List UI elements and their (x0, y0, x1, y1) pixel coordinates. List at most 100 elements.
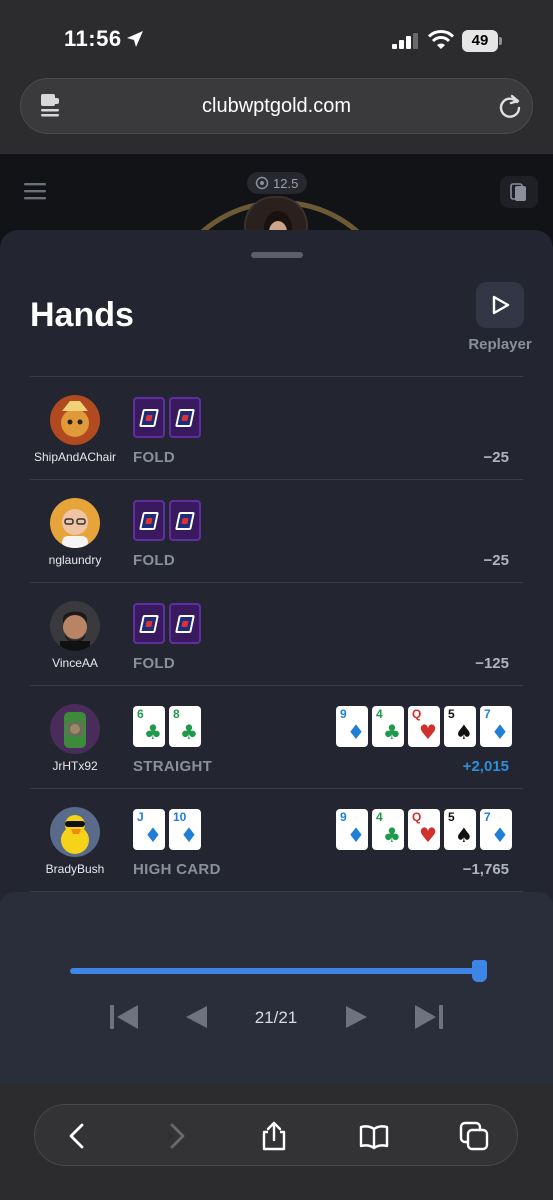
playing-card: 4 ♣ (372, 706, 404, 747)
tabs-icon[interactable] (459, 1121, 489, 1151)
chip-amount: −25 (483, 552, 509, 569)
diamonds-suit-icon: ♦ (144, 823, 162, 847)
face-down-card (169, 500, 201, 541)
hand-result-label: FOLD (133, 449, 176, 466)
hamburger-menu-icon[interactable] (24, 182, 46, 200)
hand-result-label: FOLD (133, 655, 176, 672)
chip-icon (255, 176, 269, 190)
card-rank: 4 (376, 810, 383, 824)
card-rank: 7 (484, 707, 491, 721)
cellular-signal-icon (392, 33, 418, 49)
wifi-icon (428, 30, 454, 49)
player-name: JrHTx92 (52, 759, 98, 773)
card-rank: 9 (340, 707, 347, 721)
chip-amount: −25 (483, 449, 509, 466)
skip-to-start-icon[interactable] (108, 1002, 140, 1032)
play-icon (492, 295, 510, 315)
playing-card: 9 ♦ (336, 706, 368, 747)
chip-amount: +2,015 (462, 758, 509, 775)
share-icon[interactable] (259, 1121, 289, 1151)
browser-address-area: clubwptgold.com (0, 70, 553, 154)
page-title: Hands (30, 296, 134, 334)
progress-slider-track[interactable] (70, 968, 480, 974)
diamonds-suit-icon: ♦ (347, 823, 365, 847)
avatar (50, 807, 100, 857)
avatar (50, 395, 100, 445)
step-forward-icon[interactable] (345, 1002, 369, 1032)
avatar (50, 704, 100, 754)
hand-row[interactable]: VinceAA FOLD −125 (0, 583, 553, 686)
hand-result-label: HIGH CARD (133, 861, 221, 878)
card-rank: 6 (137, 707, 144, 721)
chip-amount: −1,765 (462, 861, 509, 878)
playing-card: 9 ♦ (336, 809, 368, 850)
battery-level: 49 (462, 30, 498, 52)
clubs-suit-icon: ♣ (383, 823, 401, 847)
forward-icon[interactable] (161, 1121, 191, 1151)
diamonds-suit-icon: ♦ (491, 823, 509, 847)
progress-slider-thumb[interactable] (472, 960, 487, 982)
hand-row[interactable]: ShipAndAChair FOLD −25 (0, 377, 553, 480)
diamonds-suit-icon: ♦ (491, 720, 509, 744)
player-name: VinceAA (52, 656, 98, 670)
hand-result-label: STRAIGHT (133, 758, 213, 775)
card-rank: 5 (448, 707, 455, 721)
hearts-suit-icon: ♥ (419, 720, 437, 744)
clubs-suit-icon: ♣ (144, 720, 162, 744)
spades-suit-icon: ♠ (455, 823, 473, 847)
playing-card: J ♦ (133, 809, 165, 850)
face-down-card (169, 603, 201, 644)
card-rank: Q (412, 810, 422, 824)
back-icon[interactable] (63, 1121, 93, 1151)
sheet-grabber[interactable] (251, 252, 303, 258)
avatar (50, 601, 100, 651)
avatar (50, 498, 100, 548)
player-name: BradyBush (45, 862, 105, 876)
card-rank: J (137, 810, 144, 824)
playing-card: 10 ♦ (169, 809, 201, 850)
progress-slider-fill (70, 968, 480, 974)
hand-row[interactable]: JrHTx92 6 ♣ 8 ♣ STRAIGHT 9 ♦ 4 ♣ Q ♥ 5 ♠ 7 ♦ +2,015 (0, 686, 553, 789)
skip-to-end-icon[interactable] (413, 1002, 445, 1032)
playing-card: 5 ♠ (444, 809, 476, 850)
face-down-card (133, 397, 165, 438)
address-bar[interactable]: clubwptgold.com (20, 78, 533, 134)
face-down-card (133, 500, 165, 541)
url-text[interactable]: clubwptgold.com (21, 95, 532, 118)
reload-icon[interactable] (498, 93, 522, 119)
bookmarks-icon[interactable] (359, 1121, 389, 1151)
player-name: nglaundry (48, 553, 102, 567)
step-back-icon[interactable] (184, 1002, 208, 1032)
spades-suit-icon: ♠ (455, 720, 473, 744)
playing-card: 7 ♦ (480, 809, 512, 850)
replayer-button[interactable] (476, 282, 524, 328)
replayer-label[interactable]: Replayer (460, 336, 540, 353)
card-rank: 5 (448, 810, 455, 824)
card-rank: Q (412, 707, 422, 721)
playing-card: 6 ♣ (133, 706, 165, 747)
card-rank: 9 (340, 810, 347, 824)
playing-card: 4 ♣ (372, 809, 404, 850)
cards-icon (510, 183, 526, 201)
player-name: ShipAndAChair (33, 450, 117, 464)
browser-toolbar-pill (34, 1104, 518, 1166)
status-bar: 11:56 49 (0, 0, 553, 80)
playing-card: 7 ♦ (480, 706, 512, 747)
hand-row[interactable]: BradyBush J ♦ 10 ♦ HIGH CARD 9 ♦ 4 ♣ Q ♥ 5 ♠ 7 ♦ −1,765 (0, 789, 553, 892)
face-down-card (169, 397, 201, 438)
location-arrow-icon (127, 31, 143, 47)
hand-row[interactable]: nglaundry FOLD −25 (0, 480, 553, 583)
cards-button[interactable] (500, 176, 538, 208)
battery-icon: 49 (462, 30, 502, 52)
hand-result-label: FOLD (133, 552, 176, 569)
card-rank: 8 (173, 707, 180, 721)
playing-card: Q ♥ (408, 809, 440, 850)
chip-amount: −125 (475, 655, 509, 672)
playing-card: 8 ♣ (169, 706, 201, 747)
card-rank: 7 (484, 810, 491, 824)
clubs-suit-icon: ♣ (383, 720, 401, 744)
diamonds-suit-icon: ♦ (347, 720, 365, 744)
playing-card: 5 ♠ (444, 706, 476, 747)
card-rank: 4 (376, 707, 383, 721)
hand-step-counter: 21/21 (254, 1008, 298, 1027)
